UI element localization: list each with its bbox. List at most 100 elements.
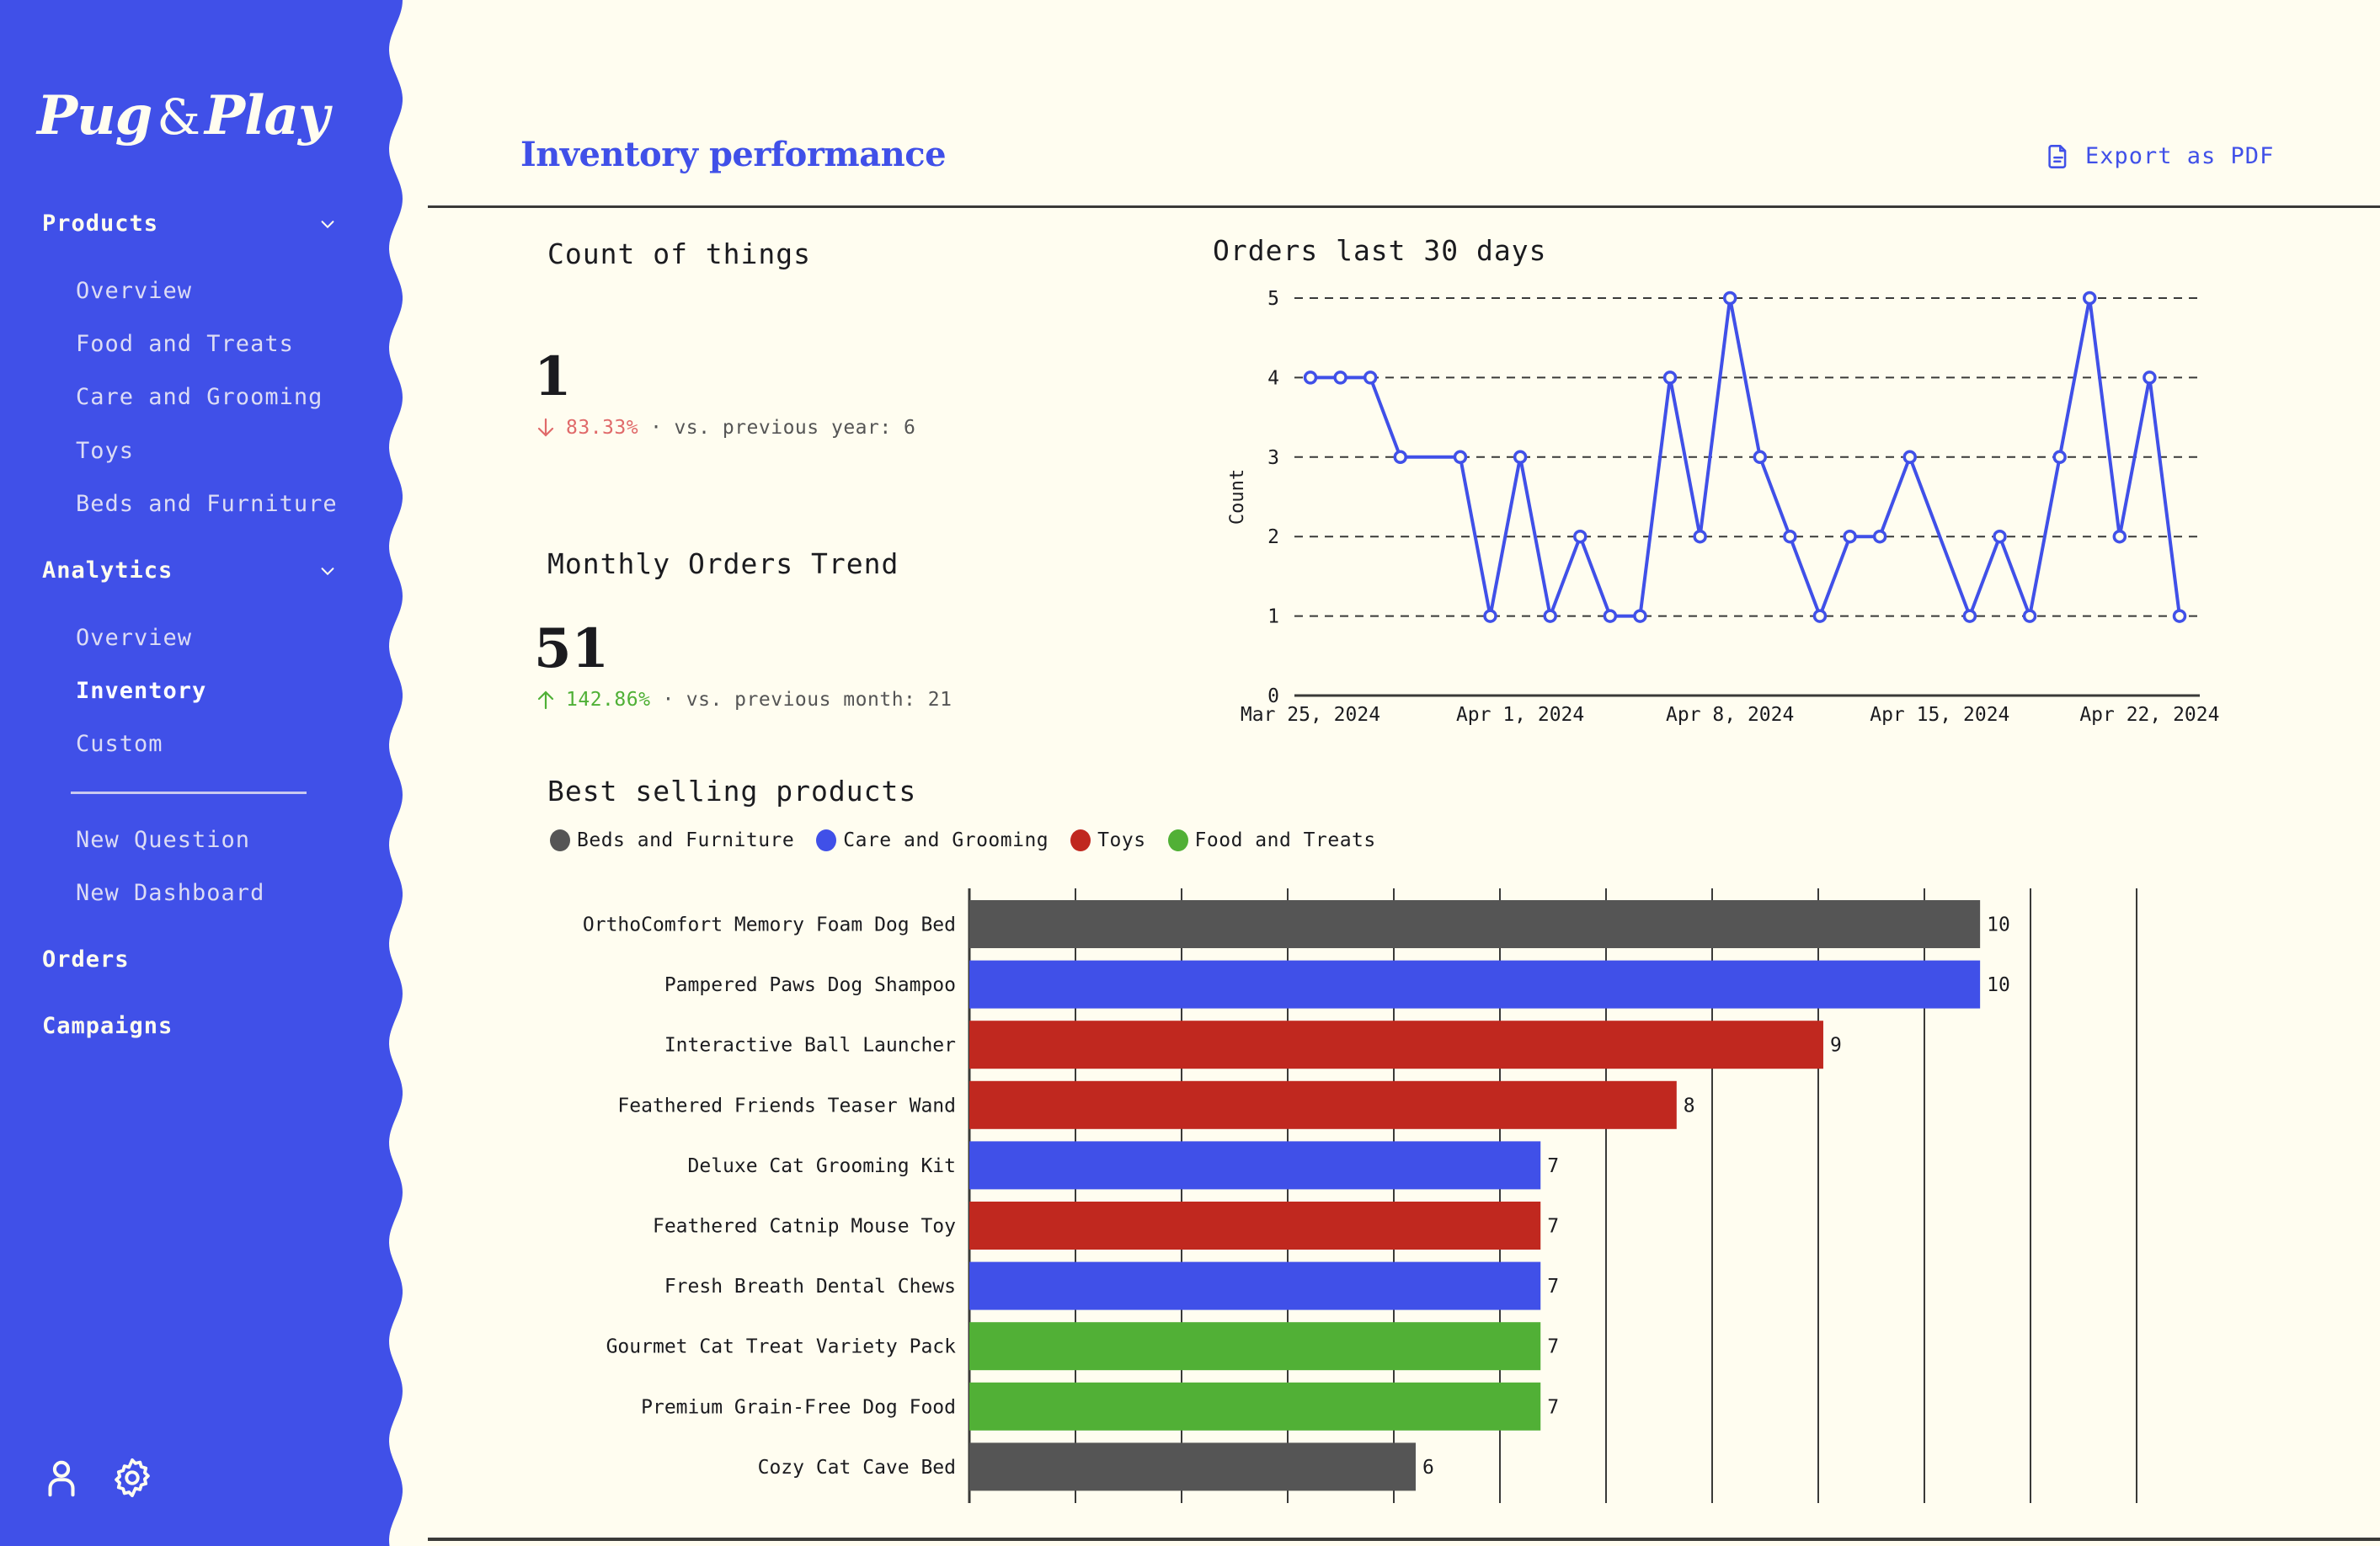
data-point (1483, 609, 1497, 623)
legend-swatch (550, 829, 570, 851)
sidebar-item-analytics-overview[interactable]: Overview (76, 625, 192, 651)
data-point (1783, 529, 1797, 544)
sidebar-item-beds-and-furniture[interactable]: Beds and Furniture (76, 491, 338, 517)
data-label: 7 (1547, 1276, 1559, 1298)
export-pdf-button[interactable]: Export as PDF (2046, 143, 2274, 169)
sidebar-item-products-overview[interactable]: Overview (76, 278, 192, 304)
nav-section-label: Campaigns (42, 1013, 173, 1039)
bar-chart-legend: Beds and Furniture Care and Grooming Toys F… (550, 829, 1376, 851)
data-point (2082, 291, 2097, 306)
bar (969, 960, 1981, 1009)
data-point (1843, 529, 1857, 544)
category-label: Pampered Paws Dog Shampoo (664, 974, 956, 996)
data-label: 10 (1987, 914, 2010, 936)
bar-chart-title: Best selling products (547, 775, 917, 808)
sidebar-item-toys[interactable]: Toys (76, 438, 134, 464)
legend-item[interactable]: Toys (1070, 829, 1145, 851)
data-point (1603, 609, 1618, 623)
user-icon[interactable] (39, 1455, 84, 1501)
chevron-down-icon[interactable] (318, 215, 337, 233)
data-point (2052, 450, 2067, 465)
stat-comparison: vs. previous year: 6 (674, 417, 916, 439)
document-icon (2048, 144, 2067, 168)
y-tick-label: 1 (1267, 606, 1279, 628)
category-label: OrthoComfort Memory Foam Dog Bed (583, 914, 956, 936)
sidebar-item-inventory[interactable]: Inventory (76, 678, 206, 704)
data-point (1453, 450, 1468, 465)
data-point (1693, 529, 1707, 544)
data-point (1753, 450, 1768, 465)
nav-section-orders[interactable]: Orders (42, 946, 337, 973)
bar (969, 1261, 1541, 1310)
data-point (1993, 529, 2007, 544)
brand-logo[interactable]: Pug &Play (37, 84, 329, 147)
category-label: Feathered Friends Teaser Wand (617, 1095, 956, 1117)
legend-item[interactable]: Beds and Furniture (550, 829, 794, 851)
stat-delta: 83.33% · vs. previous year: 6 (536, 417, 915, 439)
legend-swatch (816, 829, 837, 851)
data-point (2022, 609, 2037, 623)
data-label: 9 (1830, 1035, 1842, 1057)
nav-section-campaigns[interactable]: Campaigns (42, 1013, 337, 1039)
nav-section-label: Orders (42, 946, 130, 973)
data-point (1393, 450, 1408, 465)
data-label: 7 (1547, 1396, 1559, 1418)
sidebar: Pug &Play Products Overview Food and Trea… (0, 0, 404, 1546)
brand-logo-pug: Pug (37, 84, 152, 147)
data-point (1513, 450, 1528, 465)
data-point (1303, 371, 1318, 385)
bar (969, 1442, 1416, 1491)
category-label: Premium Grain-Free Dog Food (641, 1396, 956, 1418)
stat-card-title: Monthly Orders Trend (547, 547, 899, 580)
data-point (1872, 529, 1887, 544)
bar (969, 1141, 1541, 1190)
brand-logo-play: Play (205, 84, 329, 147)
data-label: 8 (1684, 1095, 1695, 1117)
sidebar-item-custom[interactable]: Custom (76, 731, 163, 757)
data-point (1812, 609, 1828, 623)
data-point (1902, 450, 1917, 465)
category-label: Interactive Ball Launcher (664, 1035, 956, 1057)
orders-line-chart: 012345CountMar 25, 2024 Apr 1, 2024 Apr 8,… (1227, 288, 2219, 726)
sidebar-divider (71, 792, 307, 794)
data-point (1722, 291, 1737, 306)
data-point (1333, 371, 1347, 385)
nav-section-label: Products (42, 211, 159, 237)
bar (969, 1322, 1541, 1371)
stat-card-title: Count of things (547, 237, 812, 270)
arrow-up-icon (537, 690, 554, 710)
nav-section-analytics[interactable]: Analytics (42, 557, 337, 584)
sidebar-item-care-and-grooming[interactable]: Care and Grooming (76, 384, 323, 410)
best-selling-bar-chart: OrthoComfort Memory Foam Dog Bed 10 Pamper… (583, 888, 2137, 1503)
bar (969, 1021, 1823, 1069)
legend-swatch (1070, 829, 1091, 851)
sidebar-item-food-and-treats[interactable]: Food and Treats (76, 331, 294, 357)
brand-logo-ampersand: & (157, 88, 200, 146)
chevron-down-icon[interactable] (318, 562, 337, 580)
sidebar-item-new-question[interactable]: New Question (76, 827, 250, 853)
legend-label: Toys (1097, 829, 1146, 851)
nav-section-products[interactable]: Products (42, 211, 337, 237)
data-point (1962, 609, 1977, 623)
data-point (2143, 371, 2157, 385)
stat-value: 1 (534, 345, 572, 408)
legend-label: Care and Grooming (843, 829, 1049, 851)
bar (969, 900, 1981, 948)
category-label: Gourmet Cat Treat Variety Pack (606, 1336, 957, 1358)
settings-gear-icon[interactable] (109, 1455, 155, 1501)
legend-item[interactable]: Care and Grooming (816, 829, 1049, 851)
legend-item[interactable]: Food and Treats (1167, 829, 1376, 851)
data-point (1573, 529, 1588, 544)
sidebar-item-new-dashboard[interactable]: New Dashboard (76, 880, 264, 906)
data-point (1633, 609, 1647, 623)
arrow-down-icon (537, 418, 554, 437)
data-label: 7 (1547, 1216, 1559, 1238)
stat-change-percent: 83.33% (566, 417, 639, 439)
x-tick-label: Apr 1, 2024 (1456, 704, 1584, 726)
x-tick-label: Apr 22, 2024 (2079, 704, 2219, 726)
header-divider (428, 205, 2380, 208)
footer-divider (428, 1538, 2380, 1541)
stat-separator: · (662, 689, 675, 711)
series-line (1310, 296, 2181, 618)
y-tick-label: 2 (1267, 526, 1279, 548)
